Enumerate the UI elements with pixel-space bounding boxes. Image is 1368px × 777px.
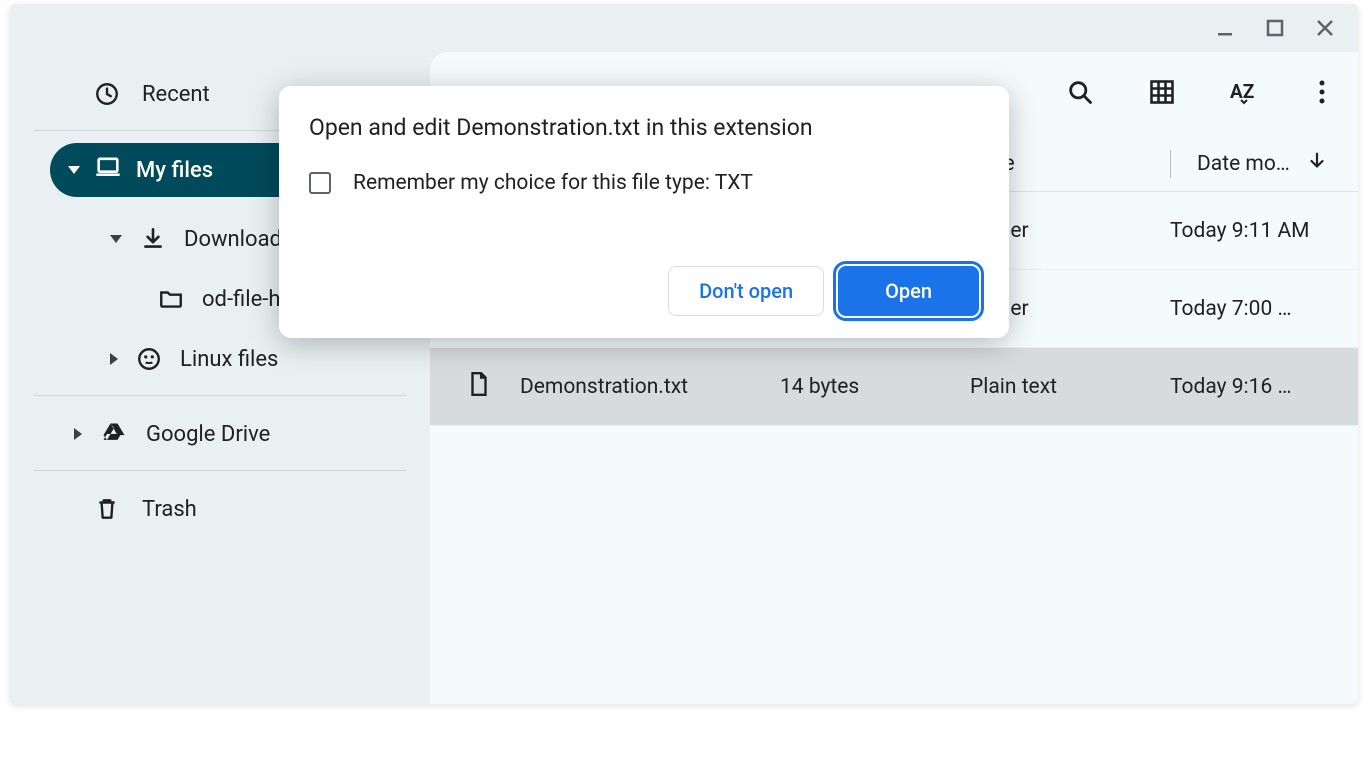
- remember-label: Remember my choice for this file type: T…: [353, 171, 753, 195]
- modal-overlay: Open and edit Demonstration.txt in this …: [10, 4, 1358, 704]
- remember-choice-row[interactable]: Remember my choice for this file type: T…: [309, 171, 979, 195]
- app-window: Recent My files Downloads: [10, 4, 1358, 704]
- open-button[interactable]: Open: [838, 266, 979, 316]
- dialog-title: Open and edit Demonstration.txt in this …: [309, 114, 979, 141]
- dont-open-button[interactable]: Don't open: [668, 266, 824, 316]
- checkbox[interactable]: [309, 172, 331, 194]
- dialog-actions: Don't open Open: [309, 266, 979, 316]
- open-file-dialog: Open and edit Demonstration.txt in this …: [279, 86, 1009, 338]
